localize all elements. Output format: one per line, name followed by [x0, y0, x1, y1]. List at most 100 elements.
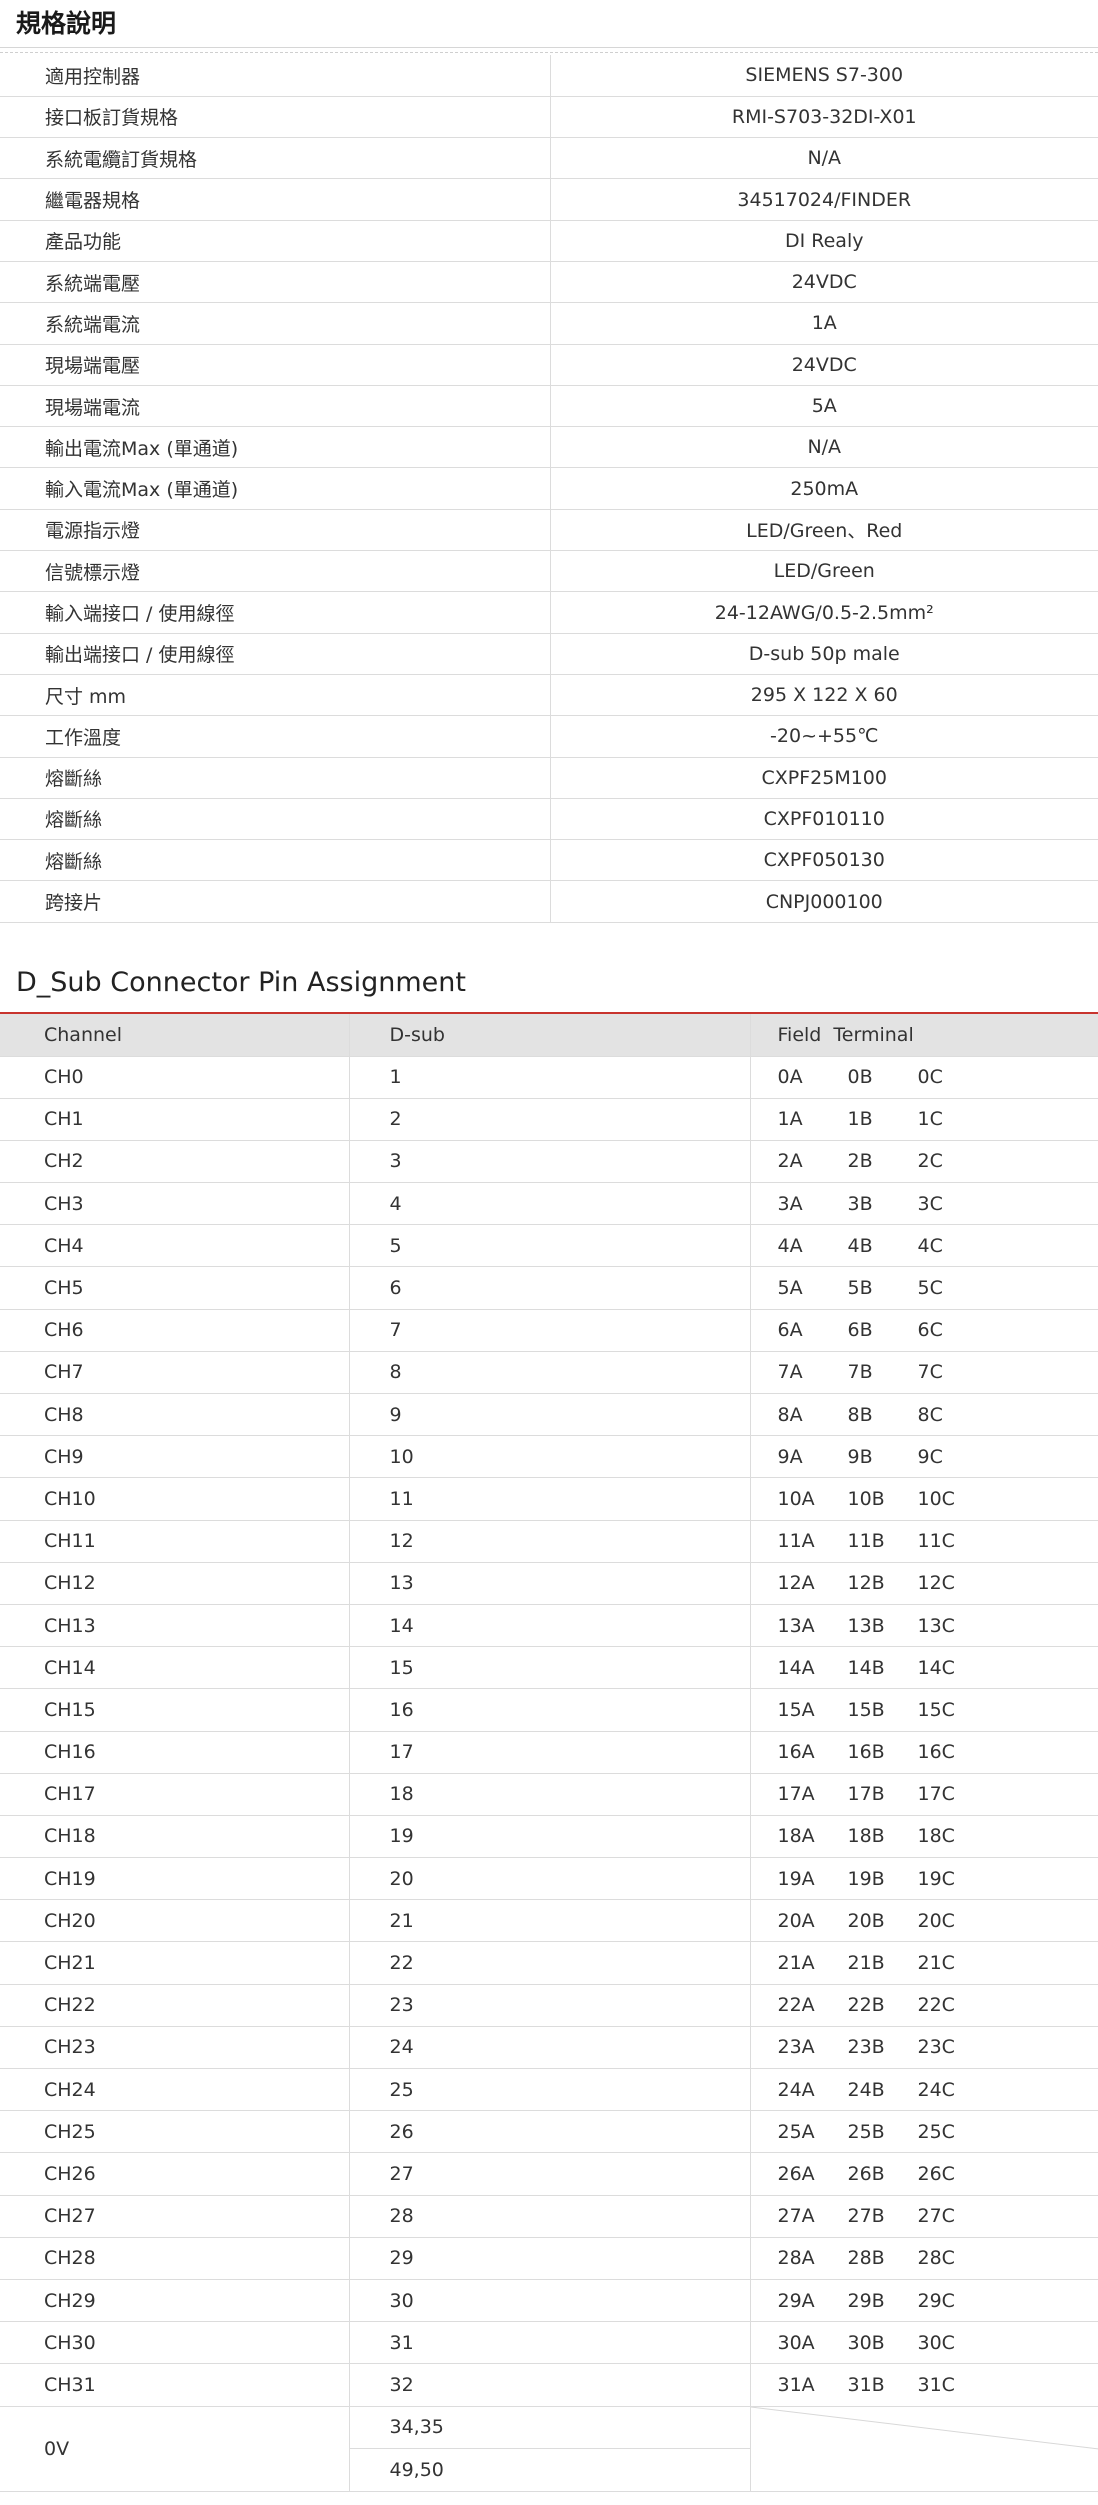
- pin-row: CH2 3 2A 2B 2C: [0, 1140, 1098, 1184]
- pin-field-terminal: 9A 9B 9C: [750, 1435, 1098, 1479]
- terminal-b: 20B: [847, 1909, 885, 1932]
- spec-row: 現場端電壓 24VDC: [0, 344, 1098, 386]
- terminal-b: 1B: [847, 1108, 873, 1131]
- terminal-b: 5B: [847, 1277, 873, 1300]
- pin-dsub: 26: [349, 2110, 751, 2154]
- pin-channel: CH14: [0, 1646, 350, 1690]
- terminal-a: 9A: [777, 1445, 803, 1468]
- pin-dsub: 19: [349, 1815, 751, 1859]
- spec-row: 熔斷絲 CXPF25M100: [0, 757, 1098, 799]
- pin-channel: CH28: [0, 2237, 350, 2280]
- pin-channel: CH22: [0, 1984, 350, 2027]
- pin-channel: CH16: [0, 1731, 350, 1774]
- pin-dsub: 15: [349, 1646, 751, 1690]
- terminal-a: 4A: [777, 1234, 803, 1257]
- terminal-a: 13A: [777, 1614, 815, 1637]
- pin-field-terminal: 22A 22B 22C: [750, 1984, 1098, 2027]
- pin-row: CH31 32 31A 31B 31C: [0, 2363, 1098, 2407]
- spec-value: DI Realy: [550, 220, 1098, 262]
- pin-field-terminal: 26A 26B 26C: [750, 2152, 1098, 2196]
- terminal-c: 23C: [917, 2036, 955, 2059]
- terminal-a: 18A: [777, 1825, 815, 1848]
- pin-row: CH21 22 21A 21B 21C: [0, 1941, 1098, 1985]
- pin-dsub: 5: [349, 1224, 751, 1268]
- pin-dsub: 31: [349, 2321, 751, 2365]
- pin-field-terminal: 16A 16B 16C: [750, 1731, 1098, 1774]
- pin-row: CH0 1 0A 0B 0C: [0, 1056, 1098, 1099]
- spec-value: 5A: [550, 385, 1098, 428]
- pin-dsub: 14: [349, 1604, 751, 1648]
- terminal-group: 28A 28B 28C: [778, 2247, 988, 2269]
- pin-field-terminal: 14A 14B 14C: [750, 1646, 1098, 1690]
- terminal-a: 28A: [777, 2247, 815, 2270]
- pin-channel-0v: 0V: [0, 2406, 350, 2492]
- terminal-a: 20A: [777, 1909, 815, 1932]
- spec-row: 信號標示燈 LED/Green: [0, 550, 1098, 593]
- terminal-b: 7B: [847, 1361, 873, 1384]
- pin-row: CH27 28 27A 27B 27C: [0, 2195, 1098, 2238]
- terminal-a: 24A: [777, 2078, 815, 2101]
- terminal-group: 15A 15B 15C: [778, 1699, 988, 1721]
- pin-dsub-0v-2: 49,50: [349, 2448, 751, 2492]
- pin-dsub: 4: [349, 1182, 751, 1226]
- spec-label: 系統端電流: [0, 302, 551, 345]
- terminal-c: 7C: [917, 1361, 943, 1384]
- terminal-group: 2A 2B 2C: [778, 1150, 988, 1172]
- terminal-c: 18C: [917, 1825, 955, 1848]
- header-channel: Channel: [0, 1014, 350, 1057]
- terminal-group: 8A 8B 8C: [778, 1404, 988, 1426]
- terminal-c: 21C: [917, 1952, 955, 1975]
- terminal-b: 17B: [847, 1783, 885, 1806]
- pin-row: CH16 17 16A 16B 16C: [0, 1731, 1098, 1774]
- pin-dsub: 13: [349, 1562, 751, 1605]
- pin-dsub: 24: [349, 2026, 751, 2070]
- pin-field-terminal: 21A 21B 21C: [750, 1941, 1098, 1985]
- spec-row: 工作溫度 -20~+55℃: [0, 715, 1098, 758]
- terminal-b: 25B: [847, 2120, 885, 2143]
- pin-dsub: 1: [349, 1056, 751, 1099]
- pin-field-terminal: 27A 27B 27C: [750, 2195, 1098, 2238]
- terminal-b: 24B: [847, 2078, 885, 2101]
- terminal-a: 27A: [777, 2205, 815, 2228]
- terminal-a: 30A: [777, 2331, 815, 2354]
- spec-value: D-sub 50p male: [550, 633, 1098, 675]
- terminal-b: 0B: [847, 1066, 873, 1089]
- spec-value: 24VDC: [550, 261, 1098, 304]
- terminal-c: 25C: [917, 2120, 955, 2143]
- spec-row: 輸入端接口 / 使用線徑 24-12AWG/0.5-2.5mm²: [0, 591, 1098, 634]
- terminal-b: 3B: [847, 1192, 873, 1215]
- terminal-group: 27A 27B 27C: [778, 2205, 988, 2227]
- pin-row: CH7 8 7A 7B 7C: [0, 1351, 1098, 1395]
- spec-label: 工作溫度: [0, 715, 551, 758]
- terminal-c: 5C: [917, 1277, 943, 1300]
- pin-row: CH17 18 17A 17B 17C: [0, 1773, 1098, 1816]
- pin-channel: CH9: [0, 1435, 350, 1479]
- pin-field-terminal: 5A 5B 5C: [750, 1266, 1098, 1310]
- pin-row: CH18 19 18A 18B 18C: [0, 1815, 1098, 1859]
- terminal-group: 18A 18B 18C: [778, 1825, 988, 1847]
- pin-row: CH12 13 12A 12B 12C: [0, 1562, 1098, 1605]
- terminal-group: 19A 19B 19C: [778, 1868, 988, 1890]
- terminal-group: 17A 17B 17C: [778, 1783, 988, 1805]
- terminal-c: 4C: [917, 1234, 943, 1257]
- spec-row: 系統電纜訂貨規格 N/A: [0, 137, 1098, 180]
- terminal-b: 28B: [847, 2247, 885, 2270]
- pin-field-terminal: 4A 4B 4C: [750, 1224, 1098, 1268]
- terminal-group: 1A 1B 1C: [778, 1108, 988, 1130]
- pin-channel: CH26: [0, 2152, 350, 2196]
- terminal-b: 11B: [847, 1530, 885, 1553]
- pin-channel: CH24: [0, 2068, 350, 2112]
- pin-row: CH8 9 8A 8B 8C: [0, 1393, 1098, 1437]
- spec-label: 現場端電壓: [0, 344, 551, 386]
- terminal-c: 28C: [917, 2247, 955, 2270]
- pin-field-terminal: 30A 30B 30C: [750, 2321, 1098, 2365]
- terminal-a: 12A: [777, 1572, 815, 1595]
- pin-field-terminal: 25A 25B 25C: [750, 2110, 1098, 2154]
- terminal-b: 29B: [847, 2289, 885, 2312]
- spec-value: 24-12AWG/0.5-2.5mm²: [550, 591, 1098, 634]
- terminal-c: 14C: [917, 1656, 955, 1679]
- terminal-c: 0C: [917, 1066, 943, 1089]
- pin-channel: CH21: [0, 1941, 350, 1985]
- pin-row: CH19 20 19A 19B 19C: [0, 1857, 1098, 1901]
- terminal-a: 11A: [777, 1530, 815, 1553]
